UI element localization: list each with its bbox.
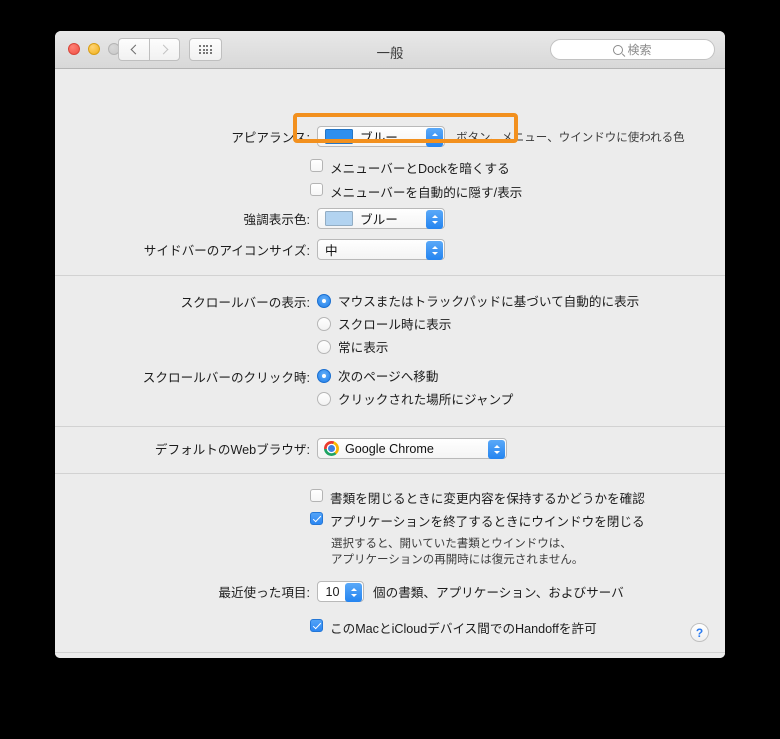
scrollbar-click-option-0[interactable]: 次のページへ移動 [317, 366, 439, 385]
search-placeholder: 検索 [627, 43, 652, 57]
window-titlebar: 一般 検索 [55, 31, 725, 69]
autohide-menubar-checkbox[interactable] [310, 183, 323, 196]
highlight-color-label: 強調表示色: [243, 213, 310, 227]
highlight-color-popup-button[interactable]: ブルー [317, 208, 445, 229]
ask-keep-changes-checkbox[interactable] [310, 489, 323, 502]
help-button[interactable]: ? [690, 623, 709, 642]
search-field[interactable]: 検索 [550, 39, 715, 60]
recent-items-popup-button[interactable]: 10 [317, 581, 364, 602]
scrollbar-display-option-2-label: 常に表示 [338, 341, 389, 355]
recent-items-row: 10 個の書類、アプリケーション、およびサーバ [317, 581, 624, 602]
search-icon [613, 44, 624, 55]
recent-items-label: 最近使った項目: [218, 586, 310, 600]
appearance-popup-button[interactable]: ブルー [317, 126, 445, 147]
highlight-color-popup-arrows[interactable] [426, 210, 443, 229]
scrollbar-display-option-0[interactable]: マウスまたはトラックパッドに基づいて自動的に表示 [317, 291, 639, 310]
scrollbar-click-option-1-label: クリックされた場所にジャンプ [338, 393, 514, 407]
highlight-color-label-wrap: 強調表示色: [55, 209, 310, 228]
scrollbar-click-option-1[interactable]: クリックされた場所にジャンプ [317, 389, 513, 408]
recent-items-label-wrap: 最近使った項目: [55, 582, 310, 601]
scrollbar-display-label: スクロールバーの表示: [180, 296, 310, 310]
scrollbar-click-radio-1[interactable] [317, 391, 331, 406]
appearance-color-swatch [325, 129, 353, 144]
highlight-color-swatch [325, 211, 353, 226]
appearance-label: アピアランス: [231, 131, 310, 145]
default-browser-row: Google Chrome [317, 438, 507, 459]
default-browser-label: デフォルトのWebブラウザ: [154, 443, 310, 457]
handoff-row[interactable]: このMacとiCloudデバイス間でのHandoffを許可 [310, 618, 597, 637]
autohide-menubar-checkbox-row[interactable]: メニューバーを自動的に隠す/表示 [310, 182, 522, 201]
preferences-content: アピアランス: ブルー ボタン、メニュー、ウインドウに使われる色 メニューバーと… [55, 69, 725, 658]
scrollbar-click-radio-0[interactable] [317, 368, 331, 383]
ask-keep-changes-row[interactable]: 書類を閉じるときに変更内容を保持するかどうかを確認 [310, 488, 645, 507]
close-windows-on-quit-checkbox[interactable] [310, 512, 323, 525]
divider-3 [55, 473, 725, 474]
close-windows-on-quit-row[interactable]: アプリケーションを終了するときにウインドウを閉じる [310, 511, 645, 530]
default-browser-label-wrap: デフォルトのWebブラウザ: [55, 439, 310, 458]
handoff-label: このMacとiCloudデバイス間でのHandoffを許可 [330, 622, 597, 636]
document-options-note-line-1: 選択すると、開いていた書類とウインドウは、 [331, 535, 572, 551]
sidebar-icon-size-row: 中 [317, 239, 445, 260]
recent-items-suffix: 個の書類、アプリケーション、およびサーバ [373, 586, 624, 600]
scrollbar-display-label-wrap: スクロールバーの表示: [55, 292, 310, 311]
appearance-value: ブルー [360, 131, 398, 145]
dark-menubar-checkbox-row[interactable]: メニューバーとDockを暗くする [310, 158, 510, 177]
autohide-menubar-label: メニューバーを自動的に隠す/表示 [330, 186, 523, 200]
default-browser-popup-arrows[interactable] [488, 440, 505, 459]
default-browser-popup-button[interactable]: Google Chrome [317, 438, 507, 459]
dark-menubar-label: メニューバーとDockを暗くする [330, 162, 510, 176]
divider-1 [55, 275, 725, 276]
ask-keep-changes-label: 書類を閉じるときに変更内容を保持するかどうかを確認 [330, 492, 645, 506]
default-browser-value: Google Chrome [345, 441, 434, 456]
sidebar-icon-size-popup-arrows[interactable] [426, 241, 443, 260]
sidebar-icon-size-popup-button[interactable]: 中 [317, 239, 445, 260]
scrollbar-display-radio-2[interactable] [317, 339, 331, 354]
divider-2 [55, 426, 725, 427]
recent-items-value: 10 [325, 584, 340, 599]
scrollbar-display-option-1[interactable]: スクロール時に表示 [317, 314, 451, 333]
handoff-checkbox[interactable] [310, 619, 323, 632]
scrollbar-display-option-2[interactable]: 常に表示 [317, 337, 388, 356]
highlight-color-value: ブルー [360, 213, 398, 227]
system-preferences-window: 一般 検索 アピアランス: ブルー ボタン、メニュー、ウインドウに使われる色 メ… [55, 31, 725, 658]
close-windows-on-quit-label: アプリケーションを終了するときにウインドウを閉じる [330, 515, 645, 529]
sidebar-icon-size-label: サイドバーのアイコンサイズ: [143, 244, 310, 258]
chrome-icon [324, 441, 339, 456]
scrollbar-display-radio-0[interactable] [317, 293, 331, 308]
appearance-row: ブルー ボタン、メニュー、ウインドウに使われる色 [317, 126, 685, 147]
highlight-color-row: ブルー [317, 208, 445, 229]
scrollbar-display-option-1-label: スクロール時に表示 [338, 318, 452, 332]
note-line-1: 選択すると、開いていた書類とウインドウは、 [331, 538, 572, 550]
sidebar-icon-size-value: 中 [325, 244, 338, 258]
sidebar-icon-size-label-wrap: サイドバーのアイコンサイズ: [55, 240, 310, 259]
scrollbar-display-option-0-label: マウスまたはトラックパッドに基づいて自動的に表示 [338, 295, 640, 309]
divider-4 [55, 652, 725, 653]
document-options-note-line-2: アプリケーションの再開時には復元されません。 [331, 551, 583, 567]
recent-items-popup-arrows[interactable] [345, 583, 362, 602]
scrollbar-click-label: スクロールバーのクリック時: [142, 371, 310, 385]
note-line-2: アプリケーションの再開時には復元されません。 [331, 554, 584, 566]
dark-menubar-checkbox[interactable] [310, 159, 323, 172]
scrollbar-click-option-0-label: 次のページへ移動 [338, 370, 439, 384]
appearance-hint: ボタン、メニュー、ウインドウに使われる色 [456, 131, 685, 144]
scrollbar-click-label-wrap: スクロールバーのクリック時: [55, 367, 310, 386]
appearance-popup-arrows[interactable] [426, 128, 443, 147]
scrollbar-display-radio-1[interactable] [317, 316, 331, 331]
appearance-label-wrap: アピアランス: [55, 127, 310, 146]
